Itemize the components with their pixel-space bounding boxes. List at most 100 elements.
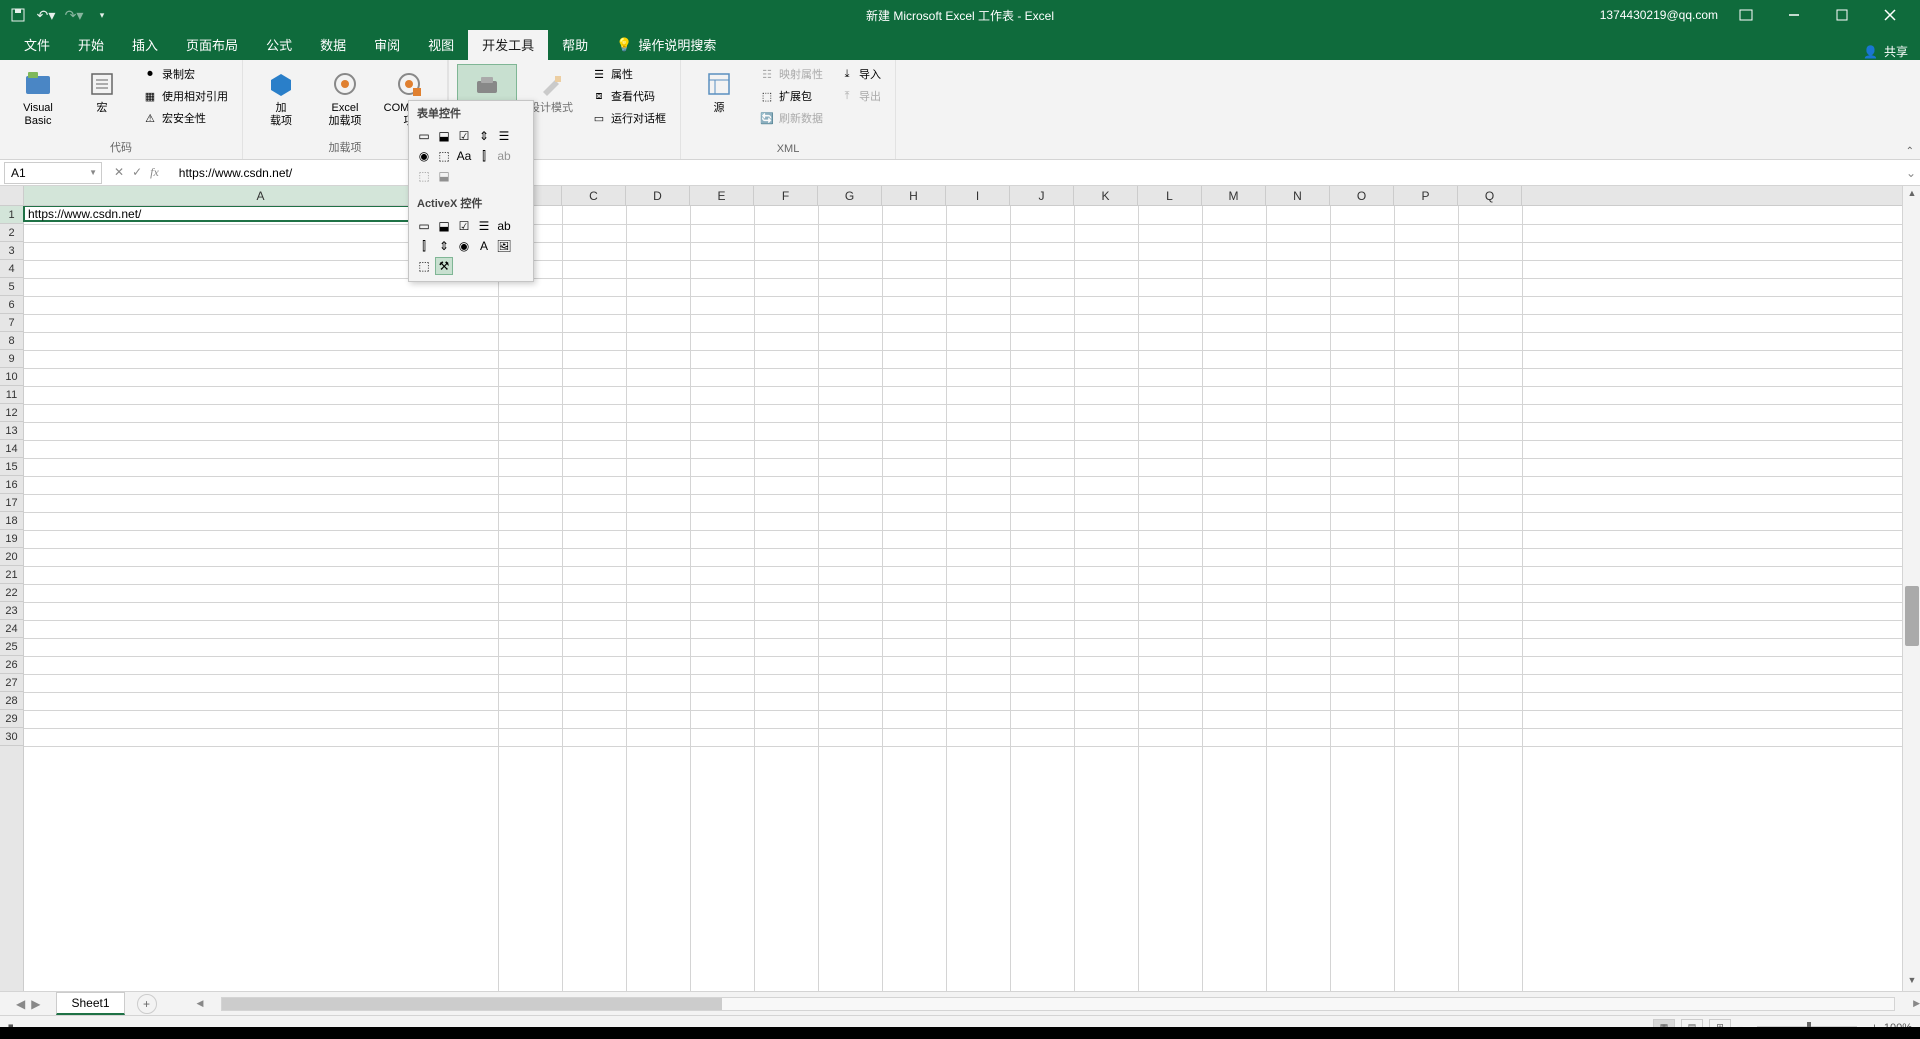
row-header-23[interactable]: 23 [0,602,23,620]
form-label-icon[interactable]: Aa [455,147,473,165]
row-header-18[interactable]: 18 [0,512,23,530]
fx-icon[interactable]: fx [150,165,159,180]
ax-listbox-icon[interactable]: ☰ [475,217,493,235]
share-button[interactable]: 👤 共享 [1863,43,1920,60]
col-header-E[interactable]: E [690,186,754,205]
expansion-pack-button[interactable]: ⬚扩展包 [753,86,829,106]
form-checkbox-icon[interactable]: ☑ [455,127,473,145]
menutab-开发工具[interactable]: 开发工具 [468,29,548,60]
menutab-开始[interactable]: 开始 [64,29,118,60]
row-header-16[interactable]: 16 [0,476,23,494]
ax-textbox-icon[interactable]: ab [495,217,513,235]
row-header-29[interactable]: 29 [0,710,23,728]
row-header-21[interactable]: 21 [0,566,23,584]
col-header-O[interactable]: O [1330,186,1394,205]
add-sheet-button[interactable]: + [137,994,157,1014]
menutab-审阅[interactable]: 审阅 [360,29,414,60]
ax-spinner-icon[interactable]: ⇕ [435,237,453,255]
col-header-J[interactable]: J [1010,186,1074,205]
form-button-icon[interactable]: ▭ [415,127,433,145]
row-header-7[interactable]: 7 [0,314,23,332]
row-header-15[interactable]: 15 [0,458,23,476]
col-header-P[interactable]: P [1394,186,1458,205]
import-button[interactable]: ⤓导入 [833,64,887,84]
ax-label-icon[interactable]: A [475,237,493,255]
excel-addins-button[interactable]: Excel 加载项 [315,64,375,132]
sheet-nav-prev-icon[interactable]: ◀ [16,997,25,1011]
hscroll-left-icon[interactable]: ◀ [197,998,204,1009]
row-header-10[interactable]: 10 [0,368,23,386]
row-header-13[interactable]: 13 [0,422,23,440]
menutab-页面布局[interactable]: 页面布局 [172,29,252,60]
macro-security-button[interactable]: ⚠宏安全性 [136,108,234,128]
col-header-H[interactable]: H [882,186,946,205]
ax-option-icon[interactable]: ◉ [455,237,473,255]
row-header-8[interactable]: 8 [0,332,23,350]
view-code-button[interactable]: ⧈查看代码 [585,86,672,106]
row-header-11[interactable]: 11 [0,386,23,404]
sheet-tab[interactable]: Sheet1 [56,992,124,1015]
user-email[interactable]: 1374430219@qq.com [1600,8,1718,22]
record-macro-button[interactable]: ⏺录制宏 [136,64,234,84]
form-combo-icon[interactable]: ⬓ [435,127,453,145]
row-header-5[interactable]: 5 [0,278,23,296]
col-header-F[interactable]: F [754,186,818,205]
form-groupbox-icon[interactable]: ⬚ [435,147,453,165]
visual-basic-button[interactable]: Visual Basic [8,64,68,132]
relative-ref-button[interactable]: ▦使用相对引用 [136,86,234,106]
sheet-nav-next-icon[interactable]: ▶ [31,997,40,1011]
vertical-scrollbar[interactable]: ▲ ▼ [1902,186,1920,991]
row-header-28[interactable]: 28 [0,692,23,710]
form-combo2-icon[interactable]: ⬚ [415,167,433,185]
menutab-视图[interactable]: 视图 [414,29,468,60]
row-header-20[interactable]: 20 [0,548,23,566]
col-header-Q[interactable]: Q [1458,186,1522,205]
col-header-M[interactable]: M [1202,186,1266,205]
row-header-17[interactable]: 17 [0,494,23,512]
ax-combo-icon[interactable]: ⬓ [435,217,453,235]
ax-image-icon[interactable]: 🖼 [495,237,513,255]
maximize-icon[interactable] [1822,1,1862,29]
col-header-L[interactable]: L [1138,186,1202,205]
col-header-G[interactable]: G [818,186,882,205]
row-header-19[interactable]: 19 [0,530,23,548]
properties-button[interactable]: ☰属性 [585,64,672,84]
redo-icon[interactable]: ↷▾ [66,7,82,23]
vscroll-thumb[interactable] [1905,586,1919,646]
cancel-icon[interactable]: ✕ [114,165,124,180]
select-all-button[interactable] [0,186,24,206]
col-header-K[interactable]: K [1074,186,1138,205]
menutab-公式[interactable]: 公式 [252,29,306,60]
row-header-30[interactable]: 30 [0,728,23,746]
menutab-帮助[interactable]: 帮助 [548,29,602,60]
row-header-22[interactable]: 22 [0,584,23,602]
collapse-ribbon-icon[interactable]: ⌃ [1906,146,1914,157]
row-header-6[interactable]: 6 [0,296,23,314]
scroll-up-icon[interactable]: ▲ [1905,188,1919,202]
save-icon[interactable] [10,7,26,23]
row-header-14[interactable]: 14 [0,440,23,458]
row-header-1[interactable]: 1 [0,206,23,224]
help-search[interactable]: 💡 操作说明搜索 [602,29,730,60]
col-header-D[interactable]: D [626,186,690,205]
addins-button[interactable]: 加 载项 [251,64,311,132]
undo-icon[interactable]: ↶▾ [38,7,54,23]
ax-toggle-icon[interactable]: ⬚ [415,257,433,275]
chevron-down-icon[interactable]: ▼ [89,168,97,177]
ax-button-icon[interactable]: ▭ [415,217,433,235]
row-header-2[interactable]: 2 [0,224,23,242]
form-textfield-icon[interactable]: ab [495,147,513,165]
col-header-C[interactable]: C [562,186,626,205]
hscroll-thumb[interactable] [222,998,722,1010]
macros-button[interactable]: 宏 [72,64,132,119]
ax-checkbox-icon[interactable]: ☑ [455,217,473,235]
close-icon[interactable] [1870,1,1910,29]
form-listbox-icon[interactable]: ☰ [495,127,513,145]
run-dialog-button[interactable]: ▭运行对话框 [585,108,672,128]
menutab-数据[interactable]: 数据 [306,29,360,60]
row-header-26[interactable]: 26 [0,656,23,674]
row-header-3[interactable]: 3 [0,242,23,260]
col-header-I[interactable]: I [946,186,1010,205]
accept-icon[interactable]: ✓ [132,165,142,180]
menutab-文件[interactable]: 文件 [10,29,64,60]
